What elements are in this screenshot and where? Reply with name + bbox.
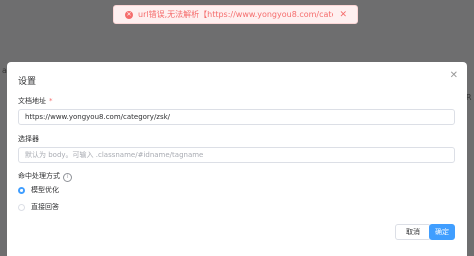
hit-mode-label-text: 命中处理方式 xyxy=(18,172,60,180)
radio-label: 模型优化 xyxy=(31,186,59,194)
doc-address-label-text: 文档地址 xyxy=(18,97,46,105)
settings-dialog: 设置 ✕ 文档地址 * https://www.yongyou8.com/cate… xyxy=(7,62,467,256)
cancel-button[interactable]: 取消 xyxy=(395,224,431,240)
doc-address-label: 文档地址 * xyxy=(18,96,53,106)
close-icon[interactable]: ✕ xyxy=(450,70,458,81)
info-icon[interactable]: i xyxy=(63,173,72,182)
doc-address-input[interactable]: https://www.yongyou8.com/category/zsk/ xyxy=(18,109,455,125)
selector-input[interactable]: 默认为 body。可输入 .classname/#idname/tagname xyxy=(18,147,455,163)
hit-mode-label: 命中处理方式 i xyxy=(18,171,72,182)
radio-unchecked-icon[interactable] xyxy=(18,203,25,211)
radio-option-direct-answer[interactable]: 直接回答 xyxy=(18,202,59,212)
selector-label: 选择器 xyxy=(18,135,39,143)
toast-message: url错误,无法解析【https://www.yongyou8.com/cate… xyxy=(138,10,333,19)
close-icon[interactable]: ✕ xyxy=(339,10,347,20)
radio-checked-icon[interactable] xyxy=(18,186,25,194)
confirm-button[interactable]: 确定 xyxy=(429,224,455,240)
required-mark: * xyxy=(49,97,53,105)
dialog-title: 设置 xyxy=(18,77,37,87)
radio-label: 直接回答 xyxy=(31,203,59,211)
error-circle-icon: ✕ xyxy=(125,10,133,19)
error-toast: ✕ url错误,无法解析【https://www.yongyou8.com/ca… xyxy=(113,5,358,24)
radio-option-model-optimize[interactable]: 模型优化 xyxy=(18,185,59,195)
